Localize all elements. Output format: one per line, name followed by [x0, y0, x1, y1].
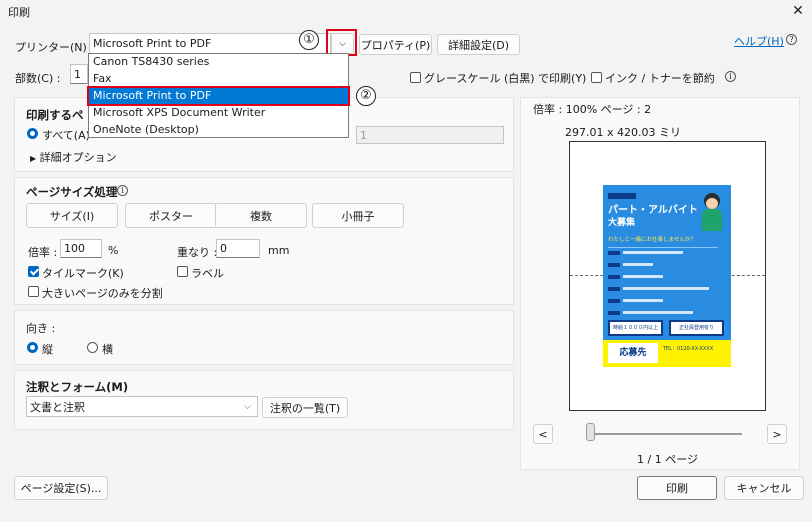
printer-label: プリンター(N) :: [15, 41, 95, 54]
scale-unit: %: [108, 244, 119, 257]
scale-label: 倍率 :: [28, 246, 58, 259]
flyer-tag: [608, 193, 636, 199]
split-large-label: 大きいページのみを分割: [42, 287, 163, 300]
labels-label: ラベル: [191, 267, 224, 280]
close-icon[interactable]: ✕: [788, 2, 808, 20]
poster-button[interactable]: ポスター: [125, 203, 217, 228]
page-counter: 1 / 1 ページ: [637, 453, 698, 466]
comments-select[interactable]: 文書と注釈 ⌵: [26, 396, 258, 417]
highlight-box-dropdown: [326, 29, 357, 56]
all-pages-label: すべて(A): [42, 129, 90, 142]
step-marker-2: ②: [356, 86, 376, 106]
printer-select-value: Microsoft Print to PDF: [93, 37, 212, 50]
info-icon[interactable]: i: [725, 71, 736, 82]
overlap-label: 重なり :: [177, 246, 218, 259]
labels-checkbox[interactable]: [177, 266, 188, 277]
landscape-label: 横: [102, 343, 113, 356]
preview-scale-text: 倍率 : 100% ページ : 2: [533, 103, 652, 116]
help-icon[interactable]: ?: [786, 34, 797, 45]
flyer-box-left: 時給１０００円以上: [608, 320, 663, 336]
chevron-left-icon: <: [538, 427, 548, 441]
printer-option[interactable]: Fax: [89, 71, 348, 87]
more-options-label[interactable]: 詳細オプション: [40, 151, 117, 164]
flyer-line: [623, 263, 653, 266]
flyer-rule: [608, 247, 718, 248]
page-slider-track[interactable]: [590, 433, 742, 435]
help-link[interactable]: ヘルプ(H): [734, 33, 784, 49]
printer-select[interactable]: Microsoft Print to PDF: [89, 33, 331, 54]
copies-input[interactable]: 1: [70, 64, 88, 84]
print-button[interactable]: 印刷: [637, 476, 717, 500]
next-page-button[interactable]: >: [767, 424, 787, 444]
overlap-unit: mm: [268, 244, 290, 257]
grayscale-checkbox[interactable]: [410, 72, 421, 83]
page-range-input[interactable]: 1: [356, 126, 504, 144]
flyer-line: [623, 251, 683, 254]
highlight-box-option: [87, 86, 350, 106]
chevron-right-icon: >: [772, 427, 782, 441]
step-marker-1: ①: [299, 30, 319, 50]
split-large-checkbox[interactable]: [28, 286, 39, 297]
orientation-panel: [14, 310, 514, 365]
portrait-radio[interactable]: [27, 342, 38, 353]
flyer-tagline: わたしと一緒にお仕事しませんか？: [608, 237, 696, 243]
printer-option[interactable]: Microsoft XPS Document Writer: [89, 105, 348, 121]
triangle-right-icon: ▶: [30, 154, 37, 163]
flyer-bullet: [608, 263, 620, 267]
tile-marks-checkbox[interactable]: [28, 266, 39, 277]
prev-page-button[interactable]: <: [533, 424, 553, 444]
portrait-label: 縦: [42, 343, 53, 356]
orientation-heading: 向き :: [26, 322, 56, 335]
flyer-line: [623, 311, 693, 314]
preview-page: パート・アルバイト 大募集 わたしと一緒にお仕事しませんか？ 時給１０００円以上…: [569, 141, 766, 411]
advanced-button[interactable]: 詳細設定(D): [437, 34, 520, 55]
save-ink-checkbox[interactable]: [591, 72, 602, 83]
summarize-comments-button[interactable]: 注釈の一覧(T): [262, 397, 348, 418]
page-sizing-info-icon[interactable]: i: [117, 185, 128, 196]
flyer-line: [623, 275, 663, 278]
cancel-button[interactable]: キャンセル: [724, 476, 804, 500]
properties-button[interactable]: プロパティ(P): [359, 34, 432, 55]
overlap-input[interactable]: 0: [216, 239, 260, 258]
scale-input[interactable]: 100: [60, 239, 102, 258]
printer-option[interactable]: Canon TS8430 series: [89, 54, 348, 70]
size-button[interactable]: サイズ(I): [26, 203, 118, 228]
flyer-subtitle: 大募集: [608, 218, 636, 228]
flyer-bullet: [608, 311, 620, 315]
flyer-line: [623, 299, 663, 302]
page-slider-thumb[interactable]: [586, 423, 595, 441]
title-bar: [0, 0, 812, 24]
flyer-phone: TEL：0120-XX-XXXX: [663, 346, 714, 352]
more-options-row: ▶ 詳細オプション: [30, 149, 117, 165]
copies-label: 部数(C) :: [15, 72, 61, 85]
flyer-title: パート・アルバイト: [608, 205, 698, 216]
comments-select-value: 文書と注釈: [30, 400, 85, 414]
flyer-bullet: [608, 251, 620, 255]
flyer-box-right: 正社員登用有り: [669, 320, 724, 336]
flyer-image: パート・アルバイト 大募集 わたしと一緒にお仕事しませんか？ 時給１０００円以上…: [603, 185, 731, 367]
preview-dimensions: 297.01 x 420.03 ミリ: [565, 126, 681, 139]
chevron-down-icon: ⌵: [244, 401, 251, 412]
tile-marks-label: タイルマーク(K): [42, 267, 124, 280]
flyer-contact: 応募先: [608, 343, 658, 363]
page-sizing-heading: ページサイズ処理: [26, 185, 118, 199]
landscape-radio[interactable]: [87, 342, 98, 353]
grayscale-label: グレースケール (白黒) で印刷(Y): [424, 72, 587, 85]
flyer-line: [623, 287, 709, 290]
person-illustration: [699, 193, 725, 231]
flyer-bullet: [608, 287, 620, 291]
window-title: 印刷: [8, 6, 30, 19]
pages-to-print-heading: 印刷するペ: [26, 108, 84, 122]
comments-heading: 注釈とフォーム(M): [26, 380, 129, 394]
save-ink-label: インク / トナーを節約: [605, 72, 715, 85]
all-pages-radio[interactable]: [27, 128, 38, 139]
booklet-button[interactable]: 小冊子: [312, 203, 404, 228]
multiple-button[interactable]: 複数: [215, 203, 307, 228]
flyer-bullet: [608, 275, 620, 279]
flyer-bullet: [608, 299, 620, 303]
page-setup-button[interactable]: ページ設定(S)...: [14, 476, 108, 500]
printer-option[interactable]: OneNote (Desktop): [89, 122, 348, 138]
